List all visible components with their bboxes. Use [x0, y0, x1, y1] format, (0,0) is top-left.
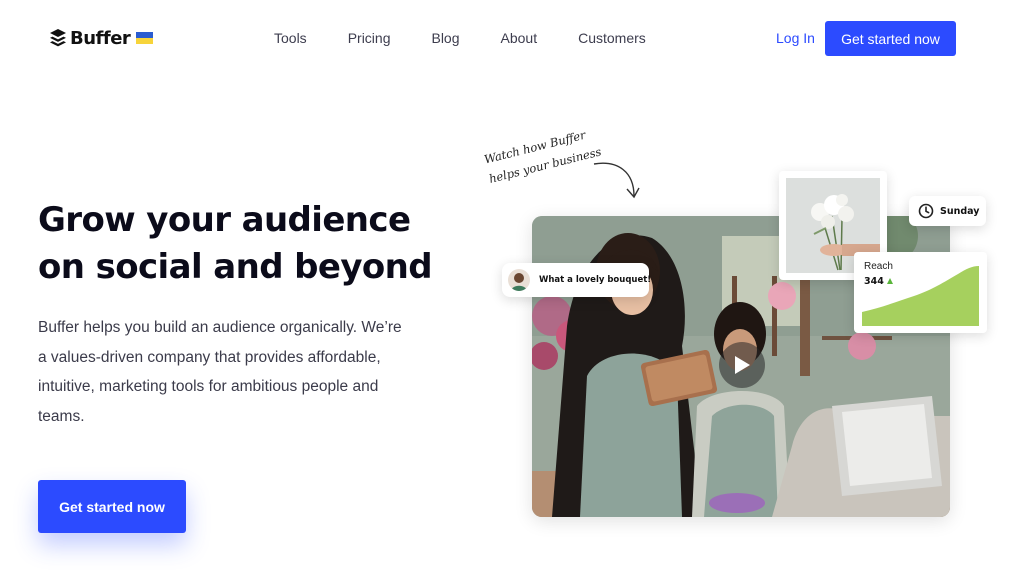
comment-bubble: What a lovely bouquet!: [502, 263, 652, 297]
curved-arrow-icon: [593, 162, 640, 199]
main-menu: Tools Pricing Blog About Customers: [274, 30, 687, 46]
ukraine-flag-icon: [136, 32, 154, 44]
top-nav: Buffer Tools Pricing Blog About Customer…: [0, 0, 1024, 78]
nav-link-pricing[interactable]: Pricing: [348, 30, 391, 46]
avatar: [508, 269, 530, 291]
comment-text: What a lovely bouquet!: [539, 275, 652, 285]
hero-title: Grow your audience on social and beyond: [38, 197, 458, 291]
play-button[interactable]: [719, 342, 765, 388]
get-started-nav-button[interactable]: Get started now: [825, 21, 956, 56]
buffer-stack-icon: [50, 29, 66, 47]
nav-link-about[interactable]: About: [501, 30, 538, 46]
get-started-hero-button[interactable]: Get started now: [38, 480, 186, 533]
nav-link-customers[interactable]: Customers: [578, 30, 646, 46]
clock-icon: [918, 203, 934, 219]
play-icon: [735, 356, 750, 374]
reach-stat-card: Reach 344: [854, 252, 987, 333]
person-avatar-icon: [508, 269, 530, 291]
brand-name: Buffer: [70, 27, 131, 49]
hero-description: Buffer helps you build an audience organ…: [38, 319, 402, 425]
nav-link-blog[interactable]: Blog: [431, 30, 459, 46]
nav-link-tools[interactable]: Tools: [274, 30, 307, 46]
hero-title-line-1: Grow your audience: [38, 200, 411, 240]
reach-area-chart: [862, 266, 979, 326]
buffer-logo[interactable]: Buffer: [50, 27, 154, 49]
login-link[interactable]: Log In: [776, 30, 815, 46]
schedule-day-label: Sunday: [940, 205, 980, 217]
hero-title-line-2: on social and beyond: [38, 247, 433, 287]
schedule-day-card: Sunday: [909, 196, 986, 226]
